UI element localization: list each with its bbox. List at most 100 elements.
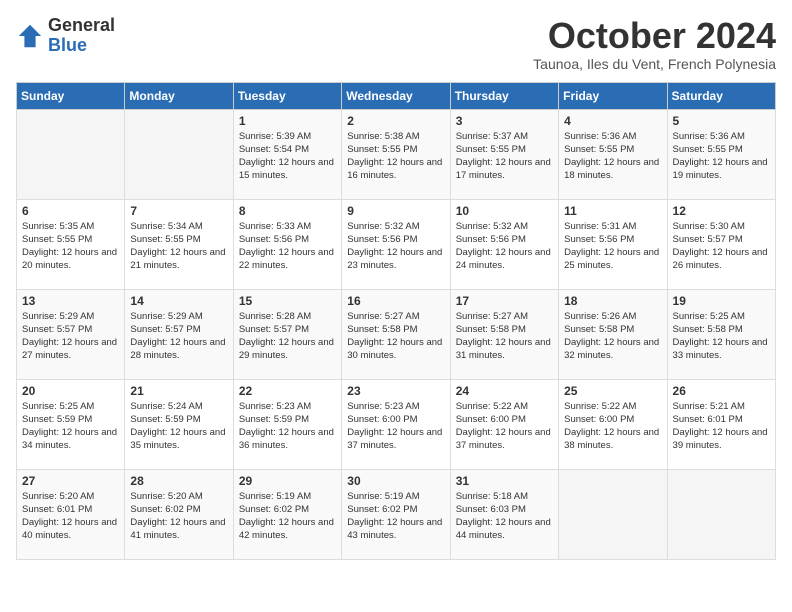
sunrise-text: Sunrise: 5:18 AM — [456, 491, 528, 502]
sunset-text: Sunset: 5:56 PM — [456, 234, 526, 245]
sunset-text: Sunset: 6:02 PM — [347, 504, 417, 515]
sunrise-text: Sunrise: 5:19 AM — [347, 491, 419, 502]
sunset-text: Sunset: 6:00 PM — [456, 414, 526, 425]
daylight-text: Daylight: 12 hours and 39 minutes. — [673, 427, 768, 451]
day-info: Sunrise: 5:21 AM Sunset: 6:01 PM Dayligh… — [673, 400, 770, 453]
table-row: 7 Sunrise: 5:34 AM Sunset: 5:55 PM Dayli… — [125, 199, 233, 289]
daylight-text: Daylight: 12 hours and 29 minutes. — [239, 337, 334, 361]
day-number: 29 — [239, 474, 336, 488]
daylight-text: Daylight: 12 hours and 41 minutes. — [130, 517, 225, 541]
day-number: 11 — [564, 204, 661, 218]
day-number: 26 — [673, 384, 770, 398]
day-number: 2 — [347, 114, 444, 128]
day-number: 10 — [456, 204, 553, 218]
day-info: Sunrise: 5:23 AM Sunset: 6:00 PM Dayligh… — [347, 400, 444, 453]
daylight-text: Daylight: 12 hours and 35 minutes. — [130, 427, 225, 451]
day-number: 8 — [239, 204, 336, 218]
col-friday: Friday — [559, 82, 667, 109]
sunrise-text: Sunrise: 5:22 AM — [564, 401, 636, 412]
day-info: Sunrise: 5:32 AM Sunset: 5:56 PM Dayligh… — [347, 220, 444, 273]
day-info: Sunrise: 5:27 AM Sunset: 5:58 PM Dayligh… — [347, 310, 444, 363]
sunset-text: Sunset: 5:54 PM — [239, 144, 309, 155]
sunset-text: Sunset: 6:01 PM — [673, 414, 743, 425]
col-thursday: Thursday — [450, 82, 558, 109]
sunset-text: Sunset: 5:55 PM — [22, 234, 92, 245]
sunrise-text: Sunrise: 5:33 AM — [239, 221, 311, 232]
sunrise-text: Sunrise: 5:27 AM — [456, 311, 528, 322]
table-row: 1 Sunrise: 5:39 AM Sunset: 5:54 PM Dayli… — [233, 109, 341, 199]
month-title: October 2024 — [533, 16, 776, 56]
day-info: Sunrise: 5:31 AM Sunset: 5:56 PM Dayligh… — [564, 220, 661, 273]
day-number: 22 — [239, 384, 336, 398]
day-info: Sunrise: 5:25 AM Sunset: 5:58 PM Dayligh… — [673, 310, 770, 363]
day-info: Sunrise: 5:36 AM Sunset: 5:55 PM Dayligh… — [673, 130, 770, 183]
day-info: Sunrise: 5:24 AM Sunset: 5:59 PM Dayligh… — [130, 400, 227, 453]
sunrise-text: Sunrise: 5:29 AM — [22, 311, 94, 322]
day-info: Sunrise: 5:37 AM Sunset: 5:55 PM Dayligh… — [456, 130, 553, 183]
header-row: Sunday Monday Tuesday Wednesday Thursday… — [17, 82, 776, 109]
day-info: Sunrise: 5:29 AM Sunset: 5:57 PM Dayligh… — [22, 310, 119, 363]
sunrise-text: Sunrise: 5:28 AM — [239, 311, 311, 322]
sunrise-text: Sunrise: 5:23 AM — [239, 401, 311, 412]
sunrise-text: Sunrise: 5:37 AM — [456, 131, 528, 142]
day-info: Sunrise: 5:28 AM Sunset: 5:57 PM Dayligh… — [239, 310, 336, 363]
day-number: 30 — [347, 474, 444, 488]
sunset-text: Sunset: 5:58 PM — [456, 324, 526, 335]
daylight-text: Daylight: 12 hours and 24 minutes. — [456, 247, 551, 271]
day-number: 27 — [22, 474, 119, 488]
daylight-text: Daylight: 12 hours and 42 minutes. — [239, 517, 334, 541]
sunset-text: Sunset: 5:57 PM — [22, 324, 92, 335]
col-sunday: Sunday — [17, 82, 125, 109]
sunset-text: Sunset: 6:02 PM — [130, 504, 200, 515]
table-row: 3 Sunrise: 5:37 AM Sunset: 5:55 PM Dayli… — [450, 109, 558, 199]
logo: General Blue — [16, 16, 115, 56]
daylight-text: Daylight: 12 hours and 19 minutes. — [673, 157, 768, 181]
day-number: 21 — [130, 384, 227, 398]
sunrise-text: Sunrise: 5:34 AM — [130, 221, 202, 232]
sunrise-text: Sunrise: 5:19 AM — [239, 491, 311, 502]
day-info: Sunrise: 5:36 AM Sunset: 5:55 PM Dayligh… — [564, 130, 661, 183]
day-info: Sunrise: 5:35 AM Sunset: 5:55 PM Dayligh… — [22, 220, 119, 273]
sunset-text: Sunset: 6:00 PM — [347, 414, 417, 425]
sunset-text: Sunset: 5:56 PM — [564, 234, 634, 245]
day-number: 13 — [22, 294, 119, 308]
logo-blue: Blue — [48, 36, 115, 56]
calendar-week-5: 27 Sunrise: 5:20 AM Sunset: 6:01 PM Dayl… — [17, 469, 776, 559]
daylight-text: Daylight: 12 hours and 26 minutes. — [673, 247, 768, 271]
day-info: Sunrise: 5:27 AM Sunset: 5:58 PM Dayligh… — [456, 310, 553, 363]
daylight-text: Daylight: 12 hours and 20 minutes. — [22, 247, 117, 271]
daylight-text: Daylight: 12 hours and 23 minutes. — [347, 247, 442, 271]
logo-general: General — [48, 16, 115, 36]
sunset-text: Sunset: 5:59 PM — [22, 414, 92, 425]
daylight-text: Daylight: 12 hours and 34 minutes. — [22, 427, 117, 451]
sunrise-text: Sunrise: 5:35 AM — [22, 221, 94, 232]
table-row: 22 Sunrise: 5:23 AM Sunset: 5:59 PM Dayl… — [233, 379, 341, 469]
calendar-week-1: 1 Sunrise: 5:39 AM Sunset: 5:54 PM Dayli… — [17, 109, 776, 199]
table-row: 13 Sunrise: 5:29 AM Sunset: 5:57 PM Dayl… — [17, 289, 125, 379]
day-info: Sunrise: 5:32 AM Sunset: 5:56 PM Dayligh… — [456, 220, 553, 273]
table-row: 15 Sunrise: 5:28 AM Sunset: 5:57 PM Dayl… — [233, 289, 341, 379]
logo-icon — [16, 22, 44, 50]
sunset-text: Sunset: 5:58 PM — [564, 324, 634, 335]
daylight-text: Daylight: 12 hours and 37 minutes. — [347, 427, 442, 451]
table-row: 28 Sunrise: 5:20 AM Sunset: 6:02 PM Dayl… — [125, 469, 233, 559]
table-row — [125, 109, 233, 199]
sunset-text: Sunset: 5:58 PM — [673, 324, 743, 335]
day-number: 7 — [130, 204, 227, 218]
sunset-text: Sunset: 5:55 PM — [673, 144, 743, 155]
sunrise-text: Sunrise: 5:29 AM — [130, 311, 202, 322]
day-number: 25 — [564, 384, 661, 398]
location-subtitle: Taunoa, Iles du Vent, French Polynesia — [533, 56, 776, 72]
table-row: 16 Sunrise: 5:27 AM Sunset: 5:58 PM Dayl… — [342, 289, 450, 379]
daylight-text: Daylight: 12 hours and 43 minutes. — [347, 517, 442, 541]
table-row: 11 Sunrise: 5:31 AM Sunset: 5:56 PM Dayl… — [559, 199, 667, 289]
table-row: 19 Sunrise: 5:25 AM Sunset: 5:58 PM Dayl… — [667, 289, 775, 379]
sunset-text: Sunset: 6:01 PM — [22, 504, 92, 515]
sunset-text: Sunset: 6:02 PM — [239, 504, 309, 515]
day-number: 14 — [130, 294, 227, 308]
sunrise-text: Sunrise: 5:32 AM — [456, 221, 528, 232]
day-number: 20 — [22, 384, 119, 398]
title-area: October 2024 Taunoa, Iles du Vent, Frenc… — [533, 16, 776, 72]
day-info: Sunrise: 5:18 AM Sunset: 6:03 PM Dayligh… — [456, 490, 553, 543]
sunset-text: Sunset: 5:57 PM — [130, 324, 200, 335]
